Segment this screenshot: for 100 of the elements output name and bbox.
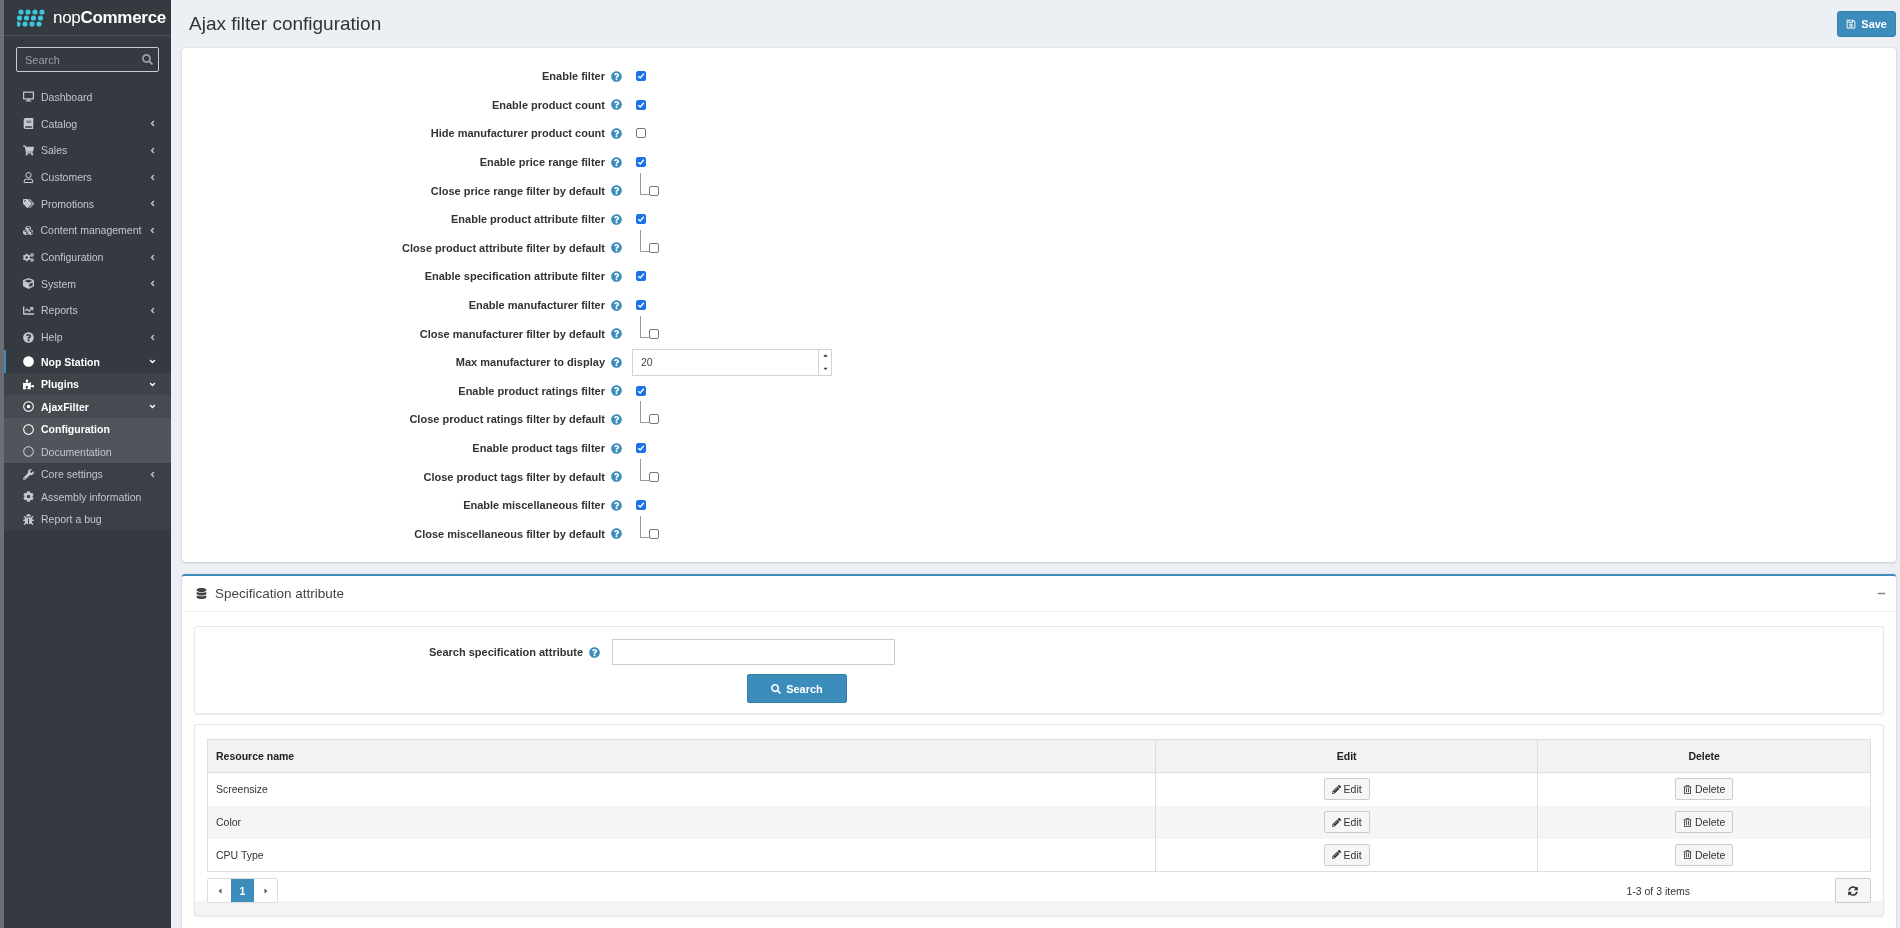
help-icon[interactable] xyxy=(611,385,622,397)
help-icon[interactable] xyxy=(611,156,622,168)
nav-icon xyxy=(23,91,34,103)
checkbox[interactable] xyxy=(636,157,646,168)
chevron-left-icon xyxy=(148,199,157,209)
search-button[interactable]: Search xyxy=(747,674,847,704)
help-icon[interactable] xyxy=(589,646,600,658)
nav-icon xyxy=(23,446,34,458)
checkbox[interactable] xyxy=(636,214,646,225)
checkbox[interactable] xyxy=(649,242,659,253)
checkbox[interactable] xyxy=(636,71,646,82)
save-icon xyxy=(1846,19,1857,29)
help-icon[interactable] xyxy=(611,299,622,311)
refresh-button[interactable] xyxy=(1835,878,1871,904)
nav-item[interactable]: Documentation xyxy=(4,440,171,463)
help-icon[interactable] xyxy=(611,442,622,454)
logo-icon xyxy=(17,7,47,28)
setting-label: Enable product count xyxy=(491,98,605,111)
chevron-left-icon xyxy=(148,225,157,235)
nav-icon xyxy=(23,331,34,343)
setting-label: Enable product attribute filter xyxy=(451,213,605,226)
column-header: Edit xyxy=(1155,739,1538,773)
search-field[interactable]: Search xyxy=(16,47,159,72)
help-icon[interactable] xyxy=(611,213,622,225)
delete-button[interactable]: Delete xyxy=(1675,843,1734,866)
help-icon[interactable] xyxy=(611,356,622,368)
chevron-left-icon xyxy=(148,469,157,479)
page-button[interactable]: 1 xyxy=(231,879,254,903)
setting-label: Close miscellaneous filter by default xyxy=(414,527,605,540)
panel-title: Specification attribute xyxy=(215,586,346,602)
pencil-icon xyxy=(1331,817,1341,827)
chevron-left-icon xyxy=(148,279,157,289)
checkbox[interactable] xyxy=(649,185,659,196)
help-icon[interactable] xyxy=(611,528,622,540)
number-field[interactable]: 20 xyxy=(632,348,832,376)
help-icon[interactable] xyxy=(611,499,622,511)
setting-label: Close product tags filter by default xyxy=(423,470,605,483)
checkbox[interactable] xyxy=(636,443,646,453)
setting-label: Close manufacturer filter by default xyxy=(419,327,605,340)
resource-name: Color xyxy=(216,816,242,829)
nav-icon xyxy=(23,401,34,413)
help-icon[interactable] xyxy=(611,471,622,483)
search-field[interactable] xyxy=(612,639,895,666)
setting-label: Enable manufacturer filter xyxy=(468,299,605,312)
resource-name: Screensize xyxy=(216,783,268,796)
checkbox[interactable] xyxy=(636,99,646,110)
checkbox[interactable] xyxy=(649,328,659,339)
help-icon[interactable] xyxy=(611,242,622,254)
checkbox[interactable] xyxy=(649,528,659,539)
checkbox[interactable] xyxy=(649,414,659,425)
help-icon[interactable] xyxy=(611,413,622,425)
nav-item[interactable]: Assembly information xyxy=(4,485,171,508)
help-icon[interactable] xyxy=(611,70,622,82)
nav-item[interactable]: Report a bug xyxy=(4,507,171,531)
nav-icon xyxy=(23,304,34,316)
chevron-left-icon xyxy=(148,305,157,315)
save-button[interactable]: Save xyxy=(1837,11,1896,37)
nav-icon xyxy=(23,356,34,368)
nav-item[interactable]: AjaxFilter xyxy=(4,395,171,418)
setting-label: Enable product ratings filter xyxy=(458,384,605,397)
edit-button[interactable]: Edit xyxy=(1323,811,1370,834)
pager-summary: 1-3 of 3 items xyxy=(1626,884,1690,897)
nav-icon xyxy=(23,468,34,480)
nav-item[interactable]: Plugins xyxy=(4,372,171,396)
nav-icon xyxy=(23,278,34,290)
help-icon[interactable] xyxy=(611,99,622,111)
checkbox[interactable] xyxy=(636,128,646,139)
chevron-left-icon xyxy=(148,252,157,262)
delete-button[interactable]: Delete xyxy=(1675,778,1734,801)
setting-label: Max manufacturer to display xyxy=(455,356,605,369)
checkbox[interactable] xyxy=(636,271,646,282)
resource-name: CPU Type xyxy=(216,848,264,861)
nav-item[interactable]: Configuration xyxy=(4,417,171,441)
nav-item[interactable]: Core settings xyxy=(4,462,171,486)
pencil-icon xyxy=(1331,784,1341,794)
help-icon[interactable] xyxy=(611,185,622,197)
column-header: Resource name xyxy=(207,739,1156,773)
setting-label: Close product ratings filter by default xyxy=(409,413,605,426)
nav-icon xyxy=(23,251,34,263)
help-icon[interactable] xyxy=(611,128,622,139)
checkbox[interactable] xyxy=(636,500,646,511)
edit-button[interactable]: Edit xyxy=(1323,778,1370,801)
nav-icon xyxy=(23,378,34,390)
checkbox[interactable] xyxy=(636,385,646,396)
checkbox[interactable] xyxy=(649,471,659,482)
setting-label: Enable filter xyxy=(542,70,605,83)
edit-button[interactable]: Edit xyxy=(1323,843,1370,866)
trash-icon xyxy=(1683,817,1692,827)
database-icon xyxy=(196,588,207,600)
help-icon[interactable] xyxy=(611,270,622,282)
search-icon xyxy=(771,683,782,694)
checkbox[interactable] xyxy=(636,300,646,311)
chevron-left-icon xyxy=(148,172,157,182)
delete-button[interactable]: Delete xyxy=(1675,811,1734,834)
help-icon[interactable] xyxy=(611,328,622,340)
nav-icon xyxy=(23,171,34,183)
nav-icon xyxy=(23,513,34,525)
chevron-left-icon xyxy=(148,145,157,155)
search-icon[interactable] xyxy=(142,54,153,65)
nav-icon xyxy=(23,491,34,503)
